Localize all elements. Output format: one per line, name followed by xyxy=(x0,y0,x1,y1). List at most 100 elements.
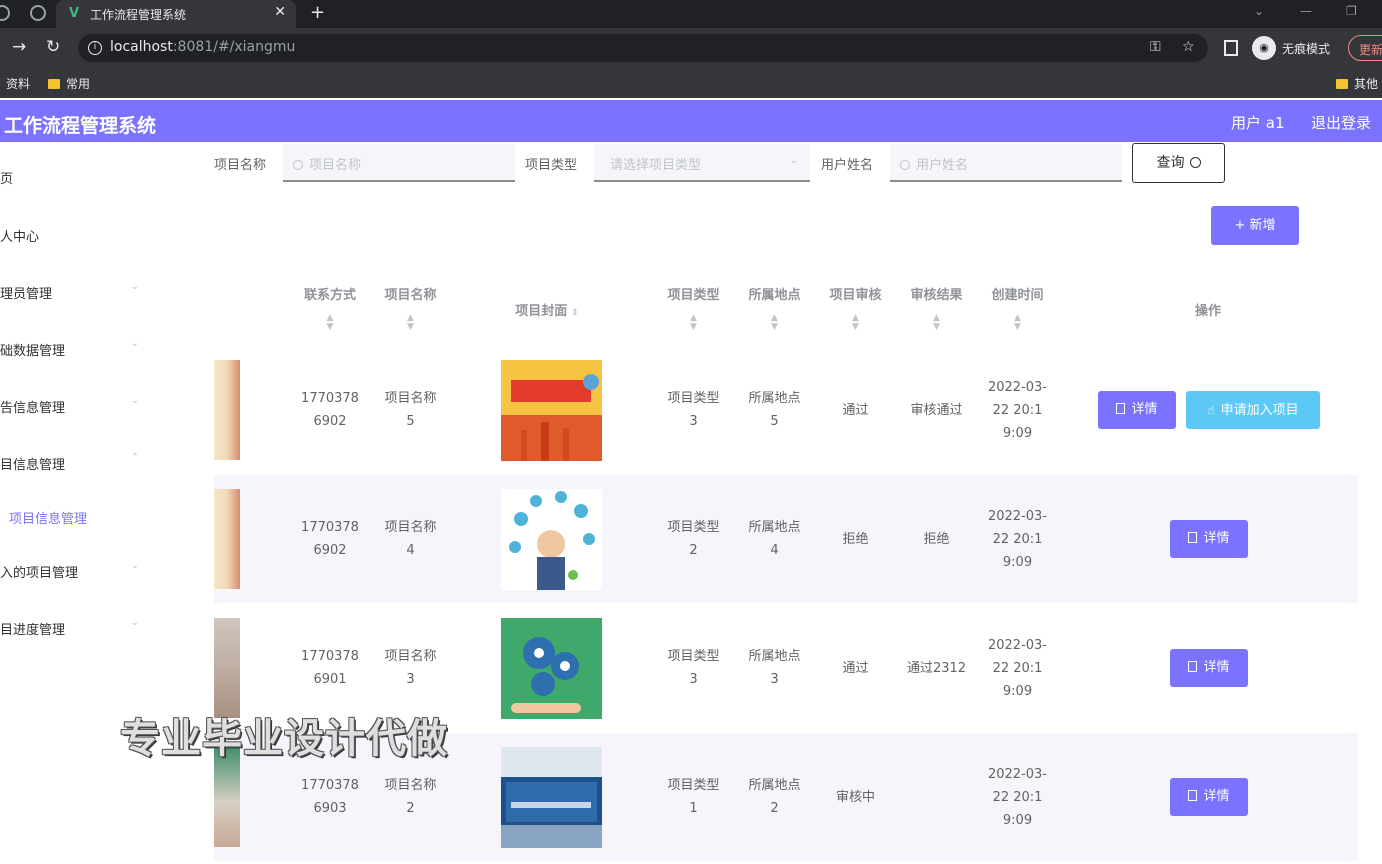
info-icon[interactable]: i xyxy=(88,41,102,55)
sidebar-item-progress[interactable]: 项目进度管理 ⌄ xyxy=(0,607,157,647)
sort-icon[interactable]: ▲ ▼ xyxy=(734,314,815,332)
logout-link[interactable]: 退出登录 xyxy=(1311,112,1371,133)
project-cover-image xyxy=(501,747,602,848)
sidebar-item-home[interactable]: 首页 xyxy=(0,156,157,196)
cell-place: 所属地点5 xyxy=(734,346,815,474)
column-header-audit[interactable]: 项目审核 ▲ ▼ xyxy=(815,272,896,344)
sidebar-item-profile[interactable]: 个人中心 xyxy=(0,214,157,254)
sidebar-item-admins[interactable]: 管理员管理 ⌄ xyxy=(0,271,157,311)
search-type-select[interactable]: 请选择项目类型 ⌄ xyxy=(594,144,810,182)
project-cover-image xyxy=(501,489,602,590)
cell-place: 所属地点4 xyxy=(734,475,815,603)
sidebar-item-base-data[interactable]: 基础数据管理 ⌄ xyxy=(0,328,157,368)
sidebar-item-projects[interactable]: 项目信息管理 ⌃ xyxy=(0,442,157,482)
sort-icon[interactable]: ▲ ▼ xyxy=(815,314,896,332)
incognito-indicator[interactable]: ◉ 无痕模式 xyxy=(1252,36,1342,60)
search-name-input[interactable]: 项目名称 xyxy=(283,144,515,182)
column-header-phone[interactable]: 联系方式 ▲ ▼ xyxy=(290,272,370,344)
sort-icon[interactable]: ▲ ▼ xyxy=(290,314,370,332)
detail-button[interactable]: 详情 xyxy=(1170,778,1248,816)
column-title: 项目审核 xyxy=(829,288,882,303)
table-row: 17703786902 项目名称4 项目类型2 所属地点4 拒绝 拒绝 2022… xyxy=(214,475,1358,603)
update-button[interactable]: 更新 xyxy=(1348,35,1382,61)
document-icon xyxy=(1116,403,1126,414)
cell-created: 2022-03-22 20:19:09 xyxy=(977,604,1058,732)
user-name[interactable]: 用户 a1 xyxy=(1231,112,1285,133)
cell-phone: 17703786902 xyxy=(290,346,370,474)
app-title: 工作流程管理系统 xyxy=(4,115,157,137)
globe-icon[interactable] xyxy=(30,5,46,21)
bookmark-ziliao[interactable]: 资料 xyxy=(6,75,30,92)
sort-icon[interactable]: ⇕ xyxy=(571,308,579,318)
search-icon xyxy=(900,160,910,170)
column-header-place[interactable]: 所属地点 ▲ ▼ xyxy=(734,272,815,344)
bookmark-label: 其他 xyxy=(1354,77,1379,91)
bookmark-label: 常用 xyxy=(66,77,91,91)
column-header-result[interactable]: 审核结果 ▲ ▼ xyxy=(896,272,977,344)
star-icon[interactable]: ☆ xyxy=(1182,39,1195,55)
bookmark-other[interactable]: 其他 xyxy=(1336,75,1378,92)
cell-text: 拒绝 xyxy=(923,531,950,547)
cell-text: 审核通过 xyxy=(910,402,963,418)
search-icon xyxy=(293,160,303,170)
sidebar-subitem-projects[interactable]: 项目信息管理 xyxy=(0,496,170,536)
browser-menu-icon[interactable] xyxy=(0,5,10,21)
sidebar-item-notices[interactable]: 公告信息管理 ⌄ xyxy=(0,385,157,425)
column-title: 项目封面 xyxy=(515,304,568,319)
column-header-created[interactable]: 创建时间 ▲ ▼ xyxy=(977,272,1058,344)
detail-button[interactable]: 详情 xyxy=(1170,649,1248,687)
cell-result: 拒绝 xyxy=(896,475,977,603)
forward-icon[interactable]: → xyxy=(12,37,26,57)
cell-text: 17703786903 xyxy=(301,778,359,816)
sidebar-item-label: 管理员管理 xyxy=(0,287,53,302)
column-header-name[interactable]: 项目名称 ▲ ▼ xyxy=(370,272,451,344)
side-panel-icon[interactable] xyxy=(1224,40,1238,56)
cell-created: 2022-03-22 20:19:09 xyxy=(977,346,1058,474)
address-bar[interactable]: i localhost:8081/#/xiangmu ⚿ ☆ xyxy=(78,34,1208,62)
cell-text: 项目名称2 xyxy=(384,778,437,816)
query-button[interactable]: 查询 xyxy=(1132,143,1225,183)
apply-join-button[interactable]: ☝ 申请加入项目 xyxy=(1186,391,1320,429)
column-header-type[interactable]: 项目类型 ▲ ▼ xyxy=(653,272,734,344)
cell-type: 项目类型3 xyxy=(653,604,734,732)
search-user-input[interactable]: 用户姓名 xyxy=(890,144,1122,182)
reload-icon[interactable]: ↻ xyxy=(46,37,60,57)
restore-icon[interactable]: ❐ xyxy=(1346,4,1357,18)
document-icon xyxy=(1188,790,1198,801)
column-header-cover[interactable]: 项目封面 ⇕ xyxy=(451,272,643,344)
detail-button[interactable]: 详情 xyxy=(1098,391,1176,429)
project-cover-image xyxy=(501,618,602,719)
watermark-text: 专业毕业设计代做 xyxy=(120,716,448,762)
sort-icon[interactable]: ▲ ▼ xyxy=(896,314,977,332)
column-header-actions: 操作 xyxy=(1058,272,1358,344)
cell-audit: 审核中 xyxy=(815,733,896,861)
minimize-icon[interactable]: — xyxy=(1300,4,1312,18)
sidebar-item-joined-projects[interactable]: 加入的项目管理 ⌄ xyxy=(0,550,157,590)
key-icon[interactable]: ⚿ xyxy=(1150,39,1161,55)
cell-place: 所属地点3 xyxy=(734,604,815,732)
cell-text: 17703786901 xyxy=(301,649,359,687)
detail-button[interactable]: 详情 xyxy=(1170,520,1248,558)
folder-icon xyxy=(1336,79,1348,89)
project-cover-image xyxy=(501,360,602,461)
browser-tabbar: V 工作流程管理系统 ✕ + ⌄ — ❐ xyxy=(0,0,1382,28)
bookmark-changyong[interactable]: 常用 xyxy=(48,75,90,92)
cell-created: 2022-03-22 20:19:09 xyxy=(977,475,1058,603)
cell-audit: 通过 xyxy=(815,346,896,474)
sort-icon[interactable]: ▲ ▼ xyxy=(370,314,451,332)
chevron-down-icon: ⌄ xyxy=(789,155,798,166)
chevron-down-icon: ⌄ xyxy=(130,338,139,349)
placeholder: 请选择项目类型 xyxy=(610,158,702,173)
cell-text: 项目名称4 xyxy=(384,520,437,558)
chevron-down-icon[interactable]: ⌄ xyxy=(1254,4,1264,18)
column-title: 项目类型 xyxy=(667,288,720,303)
close-tab-icon[interactable]: ✕ xyxy=(274,4,286,20)
cell-text: 项目类型1 xyxy=(667,778,720,816)
new-tab-icon[interactable]: + xyxy=(310,2,325,23)
cell-text: 项目名称3 xyxy=(384,649,437,687)
add-button[interactable]: + 新增 xyxy=(1211,206,1299,245)
browser-tab-active[interactable]: V 工作流程管理系统 ✕ xyxy=(56,0,296,28)
sort-icon[interactable]: ▲ ▼ xyxy=(653,314,734,332)
sort-icon[interactable]: ▲ ▼ xyxy=(977,314,1058,332)
sidebar-item-label: 项目信息管理 xyxy=(0,458,66,473)
